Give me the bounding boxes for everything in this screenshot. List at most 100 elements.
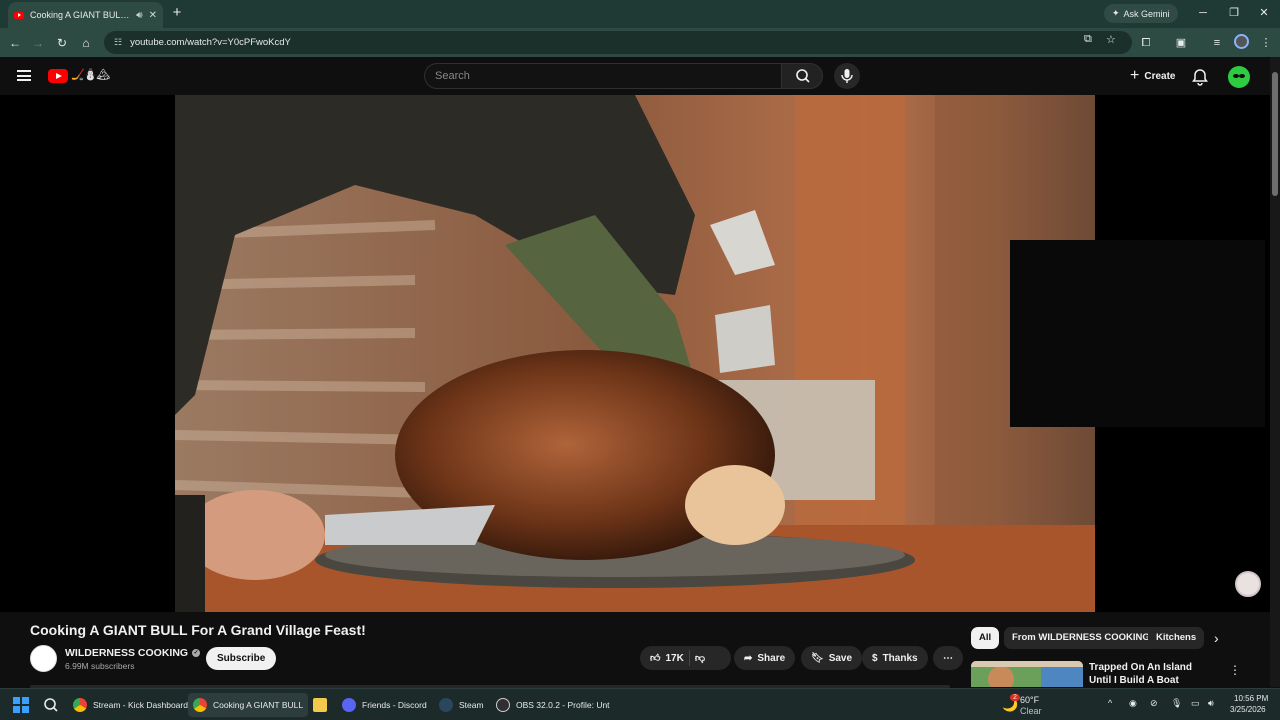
scrollbar-thumb[interactable]	[1272, 72, 1278, 196]
home-icon[interactable]: ⌂	[76, 33, 96, 53]
taskbar-search-icon[interactable]	[38, 693, 64, 717]
search-button[interactable]	[781, 63, 823, 89]
taskbar-app-chrome-youtube[interactable]: Cooking A GIANT BULL	[188, 693, 309, 717]
share-label: Share	[757, 652, 786, 664]
like-dislike-group: 👍︎ 17K 👎︎	[640, 646, 731, 670]
minimize-button[interactable]: ─	[1189, 4, 1217, 22]
close-window-button[interactable]: ✕	[1250, 4, 1278, 22]
close-tab-icon[interactable]: ✕	[149, 10, 157, 21]
weather-temp: 60°F	[1020, 695, 1040, 705]
share-button[interactable]: ➦ Share	[734, 646, 796, 670]
thumbs-up-icon[interactable]: 👍︎	[650, 652, 660, 664]
microphone-icon	[841, 69, 853, 83]
thumbnail-image	[971, 661, 1083, 687]
discord-icon	[342, 698, 356, 712]
search-icon	[796, 69, 810, 83]
tab-title: Cooking A GIANT BULL For	[30, 10, 131, 20]
chip-kitchens[interactable]: Kitchens	[1148, 627, 1205, 649]
create-button[interactable]: + Create	[1122, 63, 1183, 89]
chip-all[interactable]: All	[971, 627, 1000, 649]
recommended-title[interactable]: Trapped On An Island Until I Build A Boa…	[1089, 661, 1209, 687]
obs-icon	[496, 698, 510, 712]
browser-toolbar: ← → ↻ ⌂ ☷ youtube.com/watch?v=Y0cPFwoKcd…	[0, 28, 1280, 57]
more-vertical-icon[interactable]: ⋮	[1229, 663, 1241, 677]
save-label: Save	[828, 652, 853, 664]
site-info-icon[interactable]: ☷	[114, 37, 122, 48]
clock-time[interactable]: 10:56 PM	[1234, 694, 1268, 703]
steam-icon	[439, 698, 453, 712]
tray-network-icon[interactable]: ⊘	[1150, 698, 1158, 709]
taskbar-label: Friends - Discord	[362, 700, 427, 710]
reading-list-icon[interactable]: ≡	[1207, 33, 1227, 53]
channel-name-link[interactable]: WILDERNESS COOKING ✓	[65, 647, 201, 659]
subscriber-count: 6.99M subscribers	[65, 661, 135, 671]
chip-from-channel[interactable]: From WILDERNESS COOKING	[1004, 627, 1158, 649]
ask-gemini-button[interactable]: ✦ Ask Gemini	[1104, 4, 1178, 23]
channel-avatar[interactable]	[30, 645, 57, 672]
taskbar-app-file-explorer[interactable]	[308, 693, 332, 717]
save-button[interactable]: 🔖︎ Save	[801, 646, 863, 670]
back-arrow-icon[interactable]: ←	[5, 33, 25, 53]
extensions-icon[interactable]: ⧠	[1136, 33, 1156, 53]
youtube-logo[interactable]	[48, 69, 68, 83]
taskbar-label: OBS 32.0.2 - Profile: Unt	[516, 700, 610, 710]
subscribe-button[interactable]: Subscribe	[206, 647, 277, 670]
like-divider	[688, 650, 690, 666]
reload-icon[interactable]: ↻	[52, 33, 72, 53]
tray-overflow-chevron-icon[interactable]: ^	[1108, 698, 1112, 708]
recommended-thumbnail[interactable]	[971, 661, 1083, 687]
super-thanks-icon: $	[872, 652, 878, 664]
tray-display-icon[interactable]: ▭	[1191, 698, 1200, 709]
address-bar[interactable]: ☷ youtube.com/watch?v=Y0cPFwoKcdY ⧉ ☆	[104, 31, 1132, 54]
speaker-icon[interactable]: 🔊︎	[136, 10, 142, 21]
tray-microphone-icon[interactable]: 🎙︎	[1171, 698, 1182, 709]
gemini-sparkle-icon: ✦	[1112, 8, 1120, 18]
thanks-button[interactable]: $ Thanks	[862, 646, 928, 670]
forward-arrow-icon[interactable]: →	[28, 33, 48, 53]
share-arrow-icon: ➦	[744, 652, 753, 664]
video-player[interactable]	[0, 95, 1270, 612]
url-text: youtube.com/watch?v=Y0cPFwoKcdY	[130, 37, 291, 48]
more-horizontal-icon: ⋯	[943, 652, 953, 664]
taskbar-label: Cooking A GIANT BULL	[213, 700, 304, 710]
thumbs-down-icon[interactable]: 👎︎	[695, 652, 705, 664]
weather-badge: 2	[1010, 694, 1020, 701]
chrome-icon	[73, 698, 87, 712]
weather-widget[interactable]: 🌙 2 60°F Clear	[1002, 693, 1062, 717]
user-avatar[interactable]	[1228, 66, 1250, 88]
video-frame[interactable]	[175, 95, 1095, 612]
tray-volume-icon[interactable]: 🔊︎	[1208, 698, 1214, 709]
youtube-doodle-icon[interactable]: 🏒⛄🏔	[71, 68, 110, 81]
taskbar-app-discord[interactable]: Friends - Discord	[337, 693, 432, 717]
taskbar-label: Steam	[459, 700, 484, 710]
like-count[interactable]: 17K	[665, 653, 683, 664]
thanks-label: Thanks	[882, 652, 918, 664]
video-title: Cooking A GIANT BULL For A Grand Village…	[30, 622, 366, 638]
chevron-right-icon[interactable]: ›	[1214, 630, 1219, 646]
profile-avatar[interactable]	[1234, 34, 1249, 49]
more-actions-button[interactable]: ⋯	[933, 646, 963, 670]
windows-taskbar: Stream - Kick Dashboard Cooking A GIANT …	[0, 688, 1280, 720]
tray-discord-icon[interactable]: ◉	[1129, 698, 1137, 709]
hamburger-menu-icon[interactable]	[17, 70, 31, 81]
restore-button[interactable]: ❐	[1220, 4, 1248, 22]
install-app-icon[interactable]: ⧉	[1084, 33, 1092, 46]
channel-name: WILDERNESS COOKING	[65, 647, 189, 659]
browser-tab-active[interactable]: Cooking A GIANT BULL For 🔊︎ ✕	[8, 2, 163, 28]
notifications-bell-icon[interactable]	[1190, 67, 1210, 87]
taskbar-app-obs[interactable]: OBS 32.0.2 - Profile: Unt	[491, 693, 615, 717]
new-tab-button[interactable]: +	[168, 4, 186, 22]
media-control-icon[interactable]: ▣	[1171, 33, 1191, 53]
chrome-menu-icon[interactable]: ⋮	[1256, 33, 1276, 53]
plus-icon: +	[1130, 67, 1140, 84]
clock-date[interactable]: 3/25/2026	[1230, 705, 1266, 714]
taskbar-app-chrome-kick[interactable]: Stream - Kick Dashboard	[68, 693, 193, 717]
voice-search-button[interactable]	[834, 63, 860, 89]
windows-start-icon[interactable]	[13, 697, 29, 713]
search-input[interactable]: Search	[424, 63, 782, 89]
channel-watermark[interactable]	[1235, 571, 1261, 597]
miniplayer-preview[interactable]	[1010, 240, 1265, 427]
video-still-image	[175, 95, 1095, 612]
bookmark-star-icon[interactable]: ☆	[1106, 33, 1116, 46]
taskbar-app-steam[interactable]: Steam	[434, 693, 489, 717]
